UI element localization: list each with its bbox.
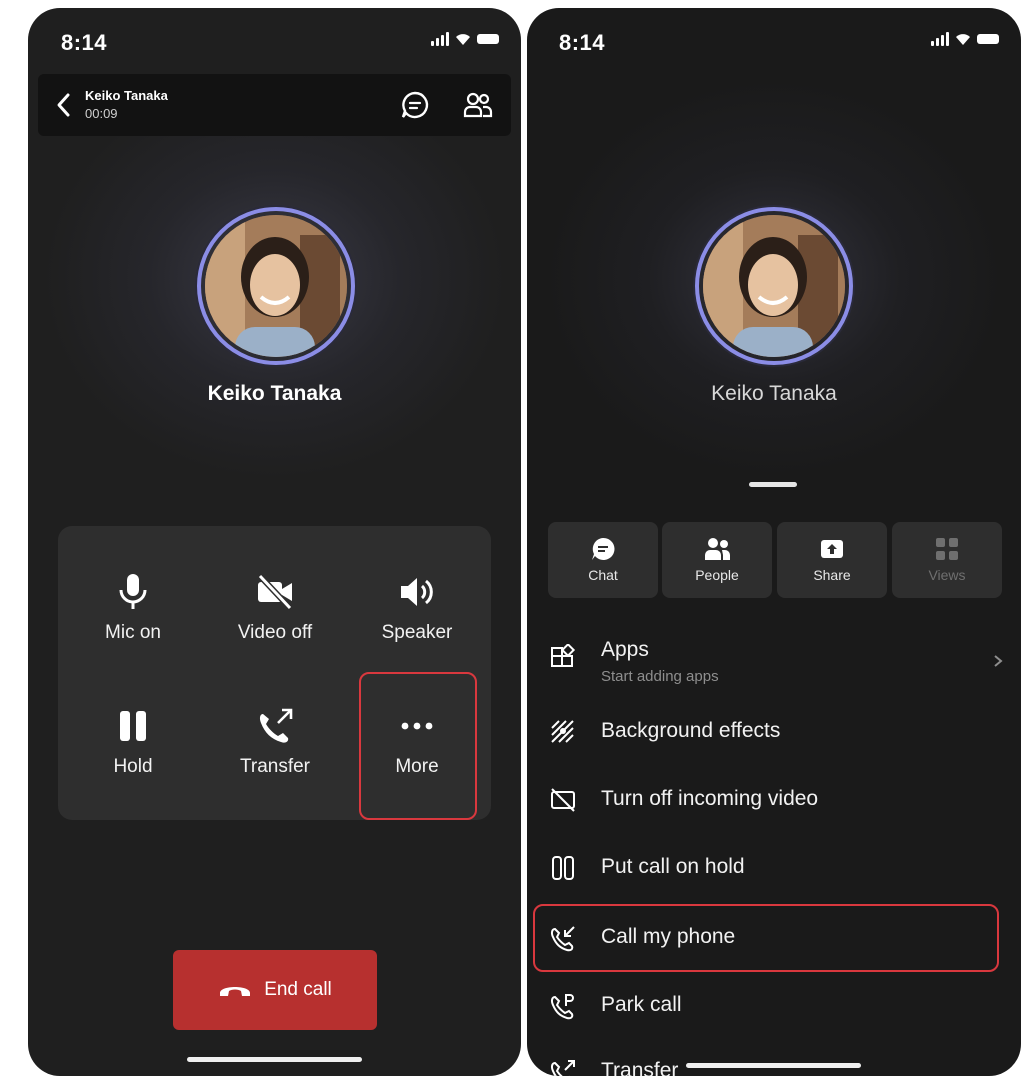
- battery-icon: [977, 34, 999, 44]
- hang-up-icon: [220, 987, 251, 996]
- status-time: 8:14: [61, 30, 108, 55]
- wifi-icon: [456, 34, 470, 45]
- mic-label: Mic on: [105, 622, 161, 643]
- signal-icon: [431, 32, 449, 46]
- pause-icon: [120, 711, 146, 741]
- status-time: 8:14: [559, 30, 606, 55]
- video-off-icon: [551, 788, 575, 812]
- transfer-button[interactable]: Transfer: [215, 706, 335, 826]
- menu-apps-label: Apps: [601, 638, 649, 661]
- home-indicator: [187, 1057, 362, 1062]
- transfer-icon: [550, 1060, 575, 1076]
- people-icon[interactable]: [463, 90, 493, 120]
- end-call-label: End call: [264, 979, 332, 1000]
- chevron-right-icon: [994, 655, 1003, 667]
- status-icons: [431, 32, 499, 46]
- hold-button[interactable]: Hold: [73, 706, 193, 826]
- end-call-button[interactable]: End call: [173, 950, 377, 1030]
- menu-item-transfer[interactable]: Transfer: [527, 1044, 1021, 1076]
- caller-avatar: [695, 207, 853, 365]
- status-icons: [931, 32, 999, 46]
- tile-people-label: People: [695, 567, 739, 583]
- video-button[interactable]: Video off: [215, 572, 335, 692]
- battery-icon: [477, 34, 499, 44]
- wifi-icon: [956, 34, 970, 45]
- caller-name: Keiko Tanaka: [711, 382, 837, 405]
- signal-icon: [931, 32, 949, 46]
- menu-transfer-label: Transfer: [601, 1059, 679, 1076]
- call-header: Keiko Tanaka 00:09: [38, 74, 511, 136]
- back-chevron-icon[interactable]: [54, 92, 74, 118]
- views-icon: [936, 538, 958, 560]
- home-indicator: [686, 1063, 861, 1068]
- tile-views[interactable]: Views: [892, 522, 1002, 598]
- tile-share[interactable]: Share: [777, 522, 887, 598]
- video-off-icon: [257, 573, 293, 611]
- menu-park-call-label: Park call: [601, 993, 682, 1016]
- call-more-menu-screen: 8:14 Keiko Tanaka Chat People Share View…: [527, 8, 1021, 1076]
- call-screen: 8:14 Keiko Tanaka 00:09 Keiko Tanaka Mic…: [28, 8, 521, 1076]
- mic-button[interactable]: Mic on: [73, 572, 193, 692]
- sheet-grabber[interactable]: [749, 482, 797, 487]
- caller-name: Keiko Tanaka: [207, 382, 342, 405]
- menu-item-turn-off-incoming-video[interactable]: Turn off incoming video: [527, 772, 1021, 828]
- menu-hold-label: Put call on hold: [601, 855, 745, 878]
- transfer-icon: [259, 708, 293, 743]
- speaker-icon: [401, 578, 433, 606]
- menu-item-put-call-on-hold[interactable]: Put call on hold: [527, 840, 1021, 896]
- avatar-photo: [205, 215, 347, 357]
- menu-apps-sub: Start adding apps: [601, 668, 719, 685]
- call-duration: 00:09: [85, 106, 118, 121]
- park-call-icon: [550, 994, 574, 1020]
- tile-share-label: Share: [813, 567, 851, 583]
- mic-icon: [119, 574, 147, 609]
- chat-icon[interactable]: [400, 90, 430, 120]
- background-effects-icon: [551, 720, 574, 743]
- menu-background-effects-label: Background effects: [601, 719, 781, 742]
- menu-item-background-effects[interactable]: Background effects: [527, 704, 1021, 760]
- more-highlight: [359, 672, 477, 820]
- call-my-phone-highlight: [533, 904, 999, 972]
- header-caller-name: Keiko Tanaka: [85, 88, 168, 103]
- hold-icon: [552, 856, 574, 880]
- menu-item-apps[interactable]: Apps Start adding apps: [527, 628, 1021, 692]
- avatar-photo: [703, 215, 845, 357]
- hold-label: Hold: [113, 756, 153, 777]
- caller-avatar: [197, 207, 355, 365]
- tile-views-label: Views: [928, 567, 966, 583]
- people-icon: [705, 538, 730, 560]
- tile-chat[interactable]: Chat: [548, 522, 658, 598]
- share-icon: [821, 540, 843, 558]
- tile-people[interactable]: People: [662, 522, 772, 598]
- menu-turn-off-video-label: Turn off incoming video: [601, 787, 819, 810]
- speaker-label: Speaker: [381, 622, 453, 643]
- menu-item-park-call[interactable]: Park call: [527, 978, 1021, 1034]
- chat-icon: [592, 537, 615, 560]
- apps-icon: [551, 644, 576, 667]
- tile-chat-label: Chat: [588, 567, 618, 583]
- transfer-label: Transfer: [239, 756, 311, 777]
- video-label: Video off: [237, 622, 313, 643]
